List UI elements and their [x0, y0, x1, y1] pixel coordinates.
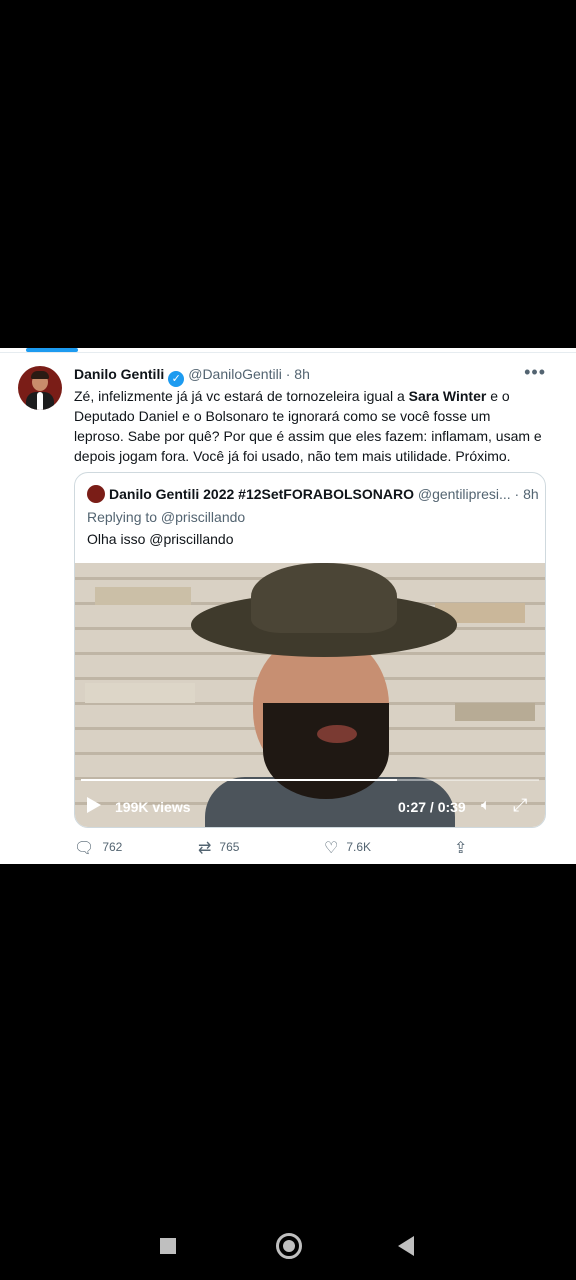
quote-header: Danilo Gentili 2022 #12SetFORABOLSONARO … [87, 485, 539, 503]
verified-icon: ✓ [168, 371, 185, 387]
tweet-actions: 🗨︎ 762 ⇄ 765 ♡ 7.6K ⇪ [74, 838, 494, 860]
video-views: 199K views [115, 799, 191, 815]
tweet-text-part1: Zé, infelizmente já já vc estará de torn… [74, 388, 409, 404]
author-handle[interactable]: @DaniloGentili [188, 366, 282, 382]
wall-brick [455, 703, 535, 721]
tweet-time[interactable]: 8h [294, 366, 310, 382]
share-button[interactable]: ⇪ [454, 838, 475, 858]
video-player[interactable]: 199K views 0:27 / 0:39 🔈︎ ⤢ [75, 563, 545, 827]
tweet-text-bold: Sara Winter [408, 388, 487, 404]
video-time: 0:27 / 0:39 [398, 799, 466, 815]
replying-to[interactable]: Replying to @priscillando [87, 509, 245, 525]
quote-avatar [87, 485, 105, 503]
tweet-card[interactable]: Danilo Gentili ✓ @DaniloGentili · 8h ••• Z… [0, 348, 576, 864]
author-name[interactable]: Danilo Gentili [74, 366, 164, 382]
volume-icon[interactable]: 🔈︎ [481, 797, 491, 815]
heart-icon: ♡ [324, 840, 339, 857]
quote-handle: @gentilipresi... [417, 486, 511, 502]
fullscreen-icon[interactable]: ⤢ [513, 795, 527, 816]
quote-time: 8h [523, 486, 539, 502]
retweet-count: 765 [219, 840, 240, 854]
avatar-hair [31, 371, 49, 379]
person-mouth [317, 725, 357, 743]
divider [0, 352, 576, 353]
back-icon[interactable] [398, 1236, 414, 1256]
more-icon[interactable]: ••• [524, 362, 546, 383]
play-icon[interactable] [87, 797, 101, 813]
android-nav-bar [0, 1220, 576, 1280]
video-progress-fill [81, 779, 398, 781]
reply-button[interactable]: 🗨︎ 762 [74, 838, 122, 858]
recent-apps-icon[interactable] [160, 1238, 176, 1254]
dot-separator: · [281, 366, 295, 382]
retweet-button[interactable]: ⇄ 765 [198, 838, 239, 858]
like-button[interactable]: ♡ 7.6K [324, 838, 371, 858]
reply-count: 762 [102, 840, 123, 854]
avatar[interactable] [18, 366, 62, 410]
tweet-text: Zé, infelizmente já já vc estará de torn… [74, 386, 544, 466]
avatar-shirt [37, 392, 43, 410]
dot-separator: · [510, 486, 524, 502]
hat-crown [251, 563, 397, 633]
retweet-icon: ⇄ [198, 840, 212, 857]
wall-brick [95, 587, 191, 605]
wall-brick [85, 683, 195, 703]
person-beard [263, 703, 389, 799]
quoted-tweet[interactable]: Danilo Gentili 2022 #12SetFORABOLSONARO … [74, 472, 546, 828]
home-icon[interactable] [276, 1233, 302, 1259]
share-icon: ⇪ [454, 840, 468, 857]
quote-text: Olha isso @priscillando [87, 531, 234, 547]
video-progress-bar[interactable] [81, 779, 539, 781]
like-count: 7.6K [346, 840, 372, 854]
quote-author-name: Danilo Gentili 2022 #12SetFORABOLSONARO [109, 486, 414, 502]
tweet-header: Danilo Gentili ✓ @DaniloGentili · 8h [74, 366, 310, 387]
reply-icon: 🗨︎ [74, 840, 95, 857]
